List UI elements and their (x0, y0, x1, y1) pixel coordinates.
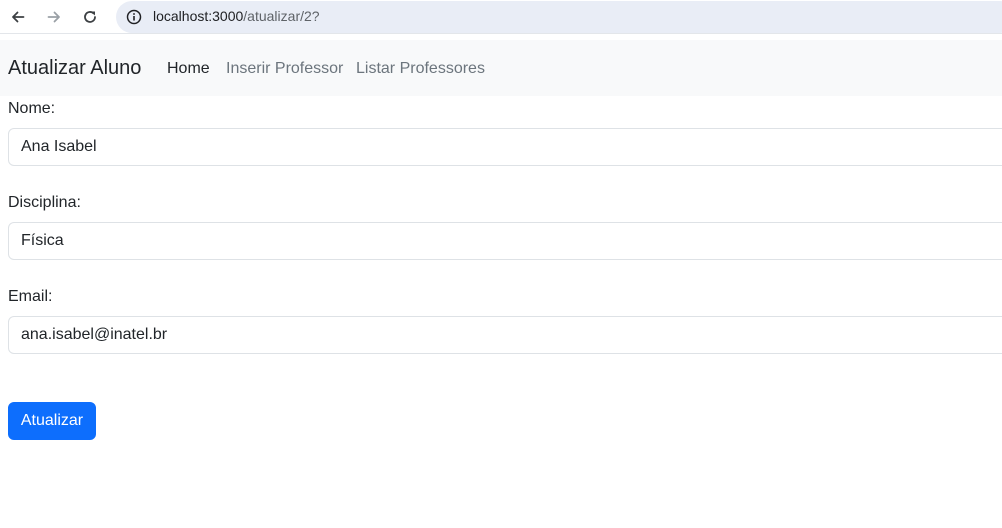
url-path: /atualizar/2? (243, 8, 320, 24)
address-bar[interactable]: localhost:3000/atualizar/2? (116, 1, 1002, 33)
email-input[interactable] (8, 316, 1002, 354)
nav-link-listar-professores[interactable]: Listar Professores (356, 60, 485, 78)
email-label: Email: (8, 288, 53, 305)
browser-toolbar: localhost:3000/atualizar/2? (0, 0, 1002, 34)
navbar-brand[interactable]: Atualizar Aluno (8, 57, 141, 80)
back-button[interactable] (5, 4, 31, 30)
arrow-left-icon (12, 11, 25, 23)
url-host: localhost:3000 (153, 8, 244, 24)
reload-icon (84, 11, 96, 23)
arrow-right-icon (47, 11, 60, 23)
atualizar-button[interactable]: Atualizar (8, 402, 96, 440)
nome-label: Nome: (8, 100, 56, 117)
reload-button[interactable] (77, 4, 103, 30)
disciplina-label: Disciplina: (8, 194, 81, 211)
nav-link-inserir-professor[interactable]: Inserir Professor (226, 60, 343, 78)
nome-input[interactable] (8, 128, 1002, 166)
info-icon[interactable] (126, 9, 142, 25)
disciplina-input[interactable] (8, 222, 1002, 260)
nav-link-home[interactable]: Home (167, 60, 210, 78)
navbar: Atualizar Aluno Home Inserir Professor L… (0, 40, 1002, 96)
address-bar-url: localhost:3000/atualizar/2? (153, 8, 320, 24)
forward-button[interactable] (41, 4, 67, 30)
